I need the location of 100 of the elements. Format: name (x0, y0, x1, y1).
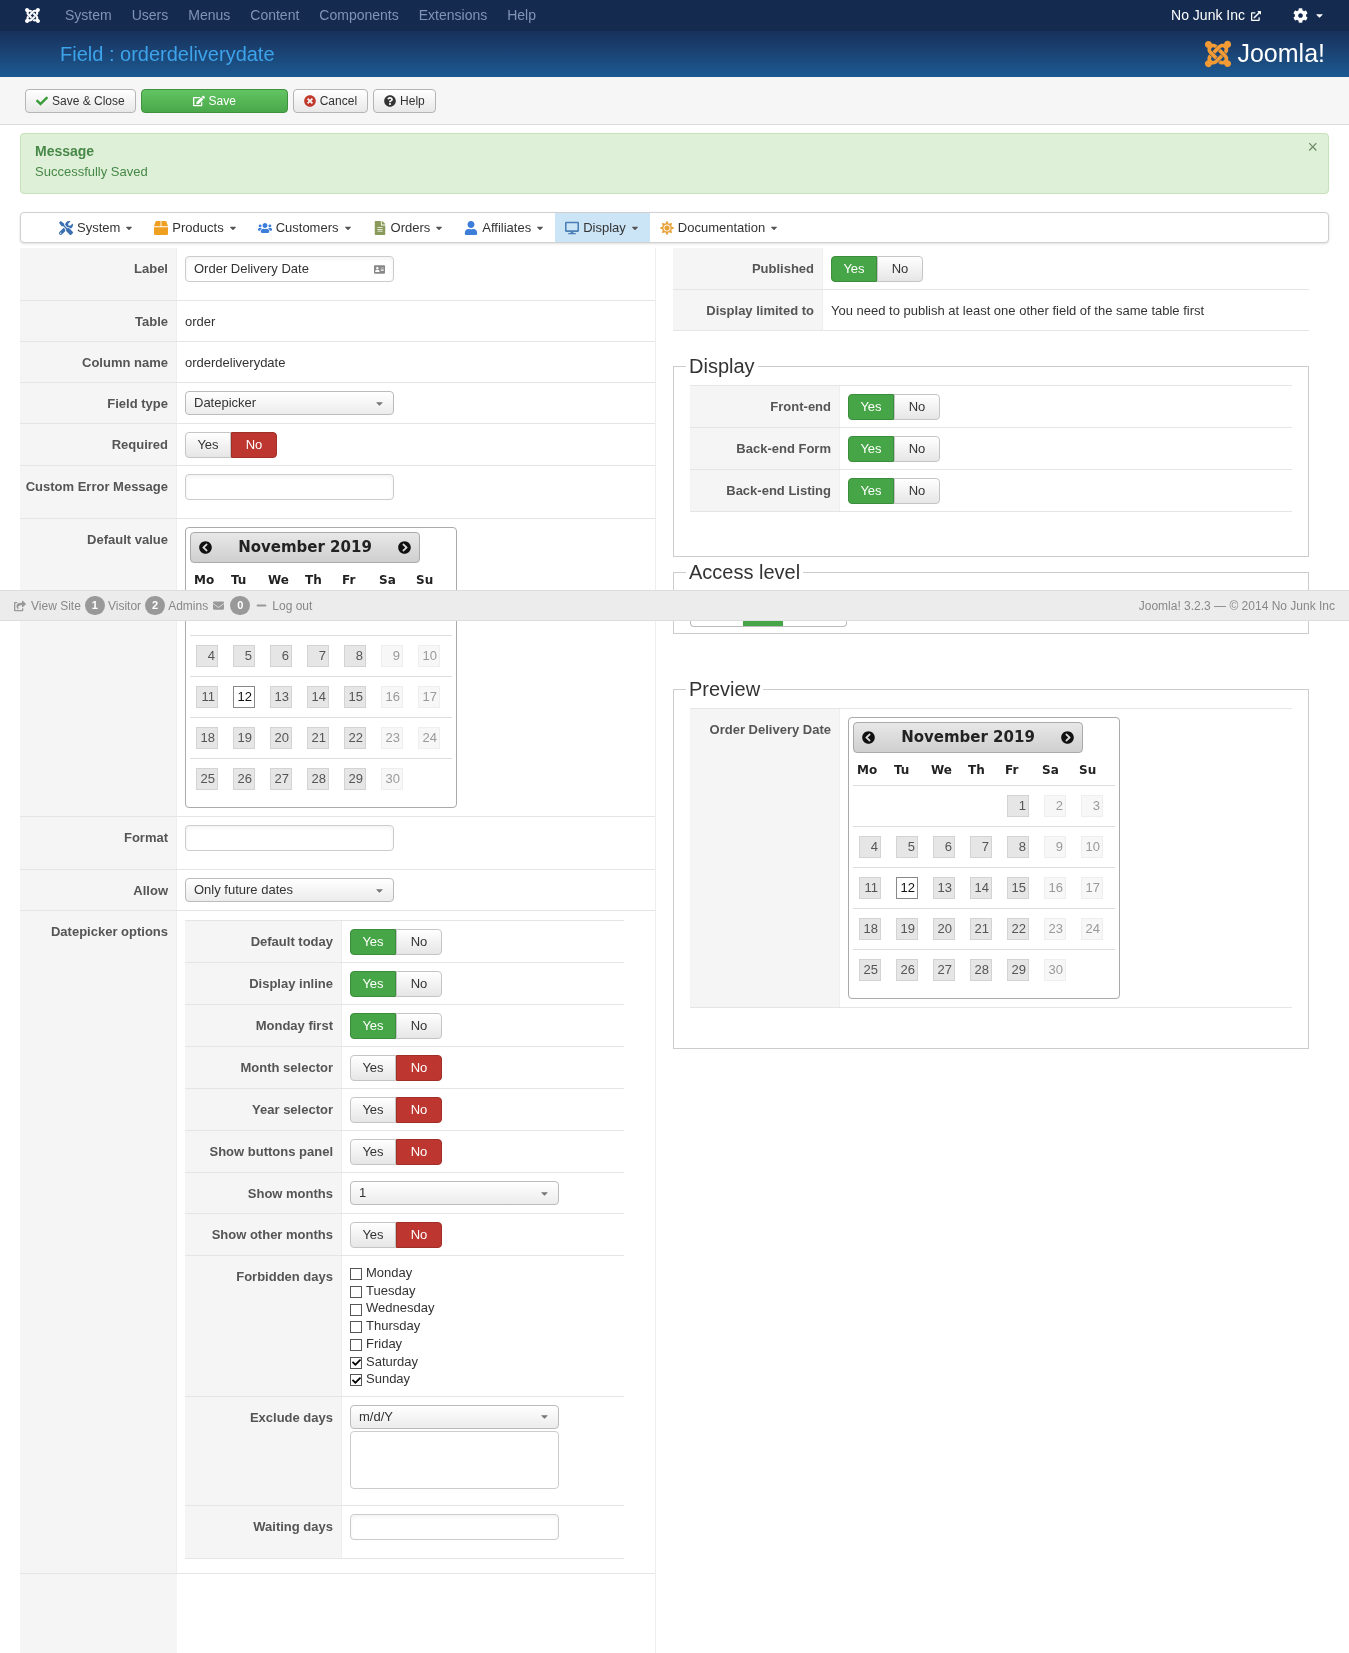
submenu-item[interactable]: Orders (362, 213, 455, 242)
calendar-day[interactable]: 8 (1007, 836, 1029, 858)
toggle-option[interactable]: No (396, 971, 442, 997)
checkbox[interactable] (350, 1374, 362, 1387)
toggle-option[interactable]: No (231, 432, 277, 458)
checkbox[interactable] (350, 1356, 362, 1369)
calendar-day[interactable]: 12 (896, 877, 918, 899)
toggle-option[interactable]: No (396, 1055, 442, 1081)
menu-item[interactable]: Help (497, 5, 546, 26)
toolbar-button[interactable]: Save & Close (25, 88, 136, 113)
previous-icon[interactable] (199, 541, 212, 554)
calendar-day[interactable]: 21 (307, 727, 329, 749)
calendar-day[interactable]: 13 (270, 686, 292, 708)
submenu-item[interactable]: Affiliates (454, 213, 556, 242)
calendar-day[interactable]: 19 (233, 727, 255, 749)
input-field[interactable] (350, 1513, 559, 1540)
toggle-option[interactable]: No (894, 478, 940, 504)
input-field[interactable] (185, 474, 394, 500)
calendar-day[interactable]: 29 (344, 768, 366, 790)
calendar-day[interactable]: 7 (970, 836, 992, 858)
select-field[interactable]: Only future dates (185, 878, 394, 902)
submenu-item[interactable]: Display (555, 213, 650, 242)
calendar-day[interactable]: 15 (344, 686, 366, 708)
toggle-option[interactable]: No (396, 1222, 442, 1248)
menu-item[interactable]: Users (121, 5, 179, 26)
checkbox[interactable] (350, 1339, 362, 1352)
calendar-day[interactable]: 27 (933, 959, 955, 981)
select-field[interactable]: 1 (350, 1181, 559, 1205)
toolbar-button[interactable]: Cancel (292, 88, 369, 113)
calendar-day[interactable]: 25 (859, 959, 881, 981)
calendar-day[interactable]: 22 (344, 727, 366, 749)
menu-item[interactable]: Menus (178, 5, 241, 26)
input-field[interactable]: Order Delivery Date (185, 256, 394, 282)
calendar-day[interactable]: 13 (933, 877, 955, 899)
calendar-day[interactable]: 15 (1007, 877, 1029, 899)
menu-item[interactable]: Components (309, 5, 409, 26)
select-field[interactable]: m/d/Y (350, 1404, 559, 1429)
select-field[interactable]: Datepicker (185, 391, 394, 415)
input-field[interactable] (185, 825, 394, 851)
menu-icon (464, 220, 479, 235)
submenu-item[interactable]: Products (144, 213, 248, 242)
toggle-option[interactable]: No (396, 929, 442, 955)
calendar-day[interactable]: 22 (1007, 918, 1029, 940)
checkbox[interactable] (350, 1303, 362, 1316)
menu-item[interactable]: Extensions (408, 5, 498, 26)
toggle-option[interactable]: No (894, 436, 940, 462)
calendar-day[interactable]: 21 (970, 918, 992, 940)
calendar-day[interactable]: 14 (970, 877, 992, 899)
toggle-option[interactable]: No (877, 256, 923, 282)
toggle-option[interactable]: Yes (350, 1055, 396, 1081)
toggle-option[interactable]: No (894, 394, 940, 420)
calendar-day[interactable]: 11 (859, 877, 881, 899)
settings-icon[interactable] (1293, 8, 1308, 23)
toggle-option[interactable]: Yes (350, 1139, 396, 1165)
toggle-option[interactable]: No (396, 1013, 442, 1039)
site-link[interactable]: No Junk Inc (1171, 5, 1245, 26)
logo-icon[interactable] (24, 7, 41, 24)
calendar-day[interactable]: 8 (344, 645, 366, 667)
calendar-day[interactable]: 4 (196, 645, 218, 667)
calendar-day[interactable]: 14 (307, 686, 329, 708)
toggle-option[interactable]: No (396, 1139, 442, 1165)
view-site-link[interactable]: View Site (31, 596, 81, 615)
previous-icon[interactable] (862, 731, 875, 744)
toggle-option[interactable]: Yes (185, 432, 231, 458)
toggle-option[interactable]: Yes (350, 1222, 396, 1248)
calendar-day[interactable]: 5 (233, 645, 255, 667)
next-icon[interactable] (398, 541, 411, 554)
calendar-day[interactable]: 26 (233, 768, 255, 790)
count-badge: 0 (230, 596, 251, 615)
calendar-day[interactable]: 29 (1007, 959, 1029, 981)
calendar-day[interactable]: 7 (307, 645, 329, 667)
calendar-day[interactable]: 12 (233, 686, 255, 708)
calendar-day[interactable]: 18 (196, 727, 218, 749)
toggle-option[interactable]: Yes (350, 1097, 396, 1123)
calendar-day[interactable]: 19 (896, 918, 918, 940)
checkbox[interactable] (350, 1286, 362, 1299)
submenu-item[interactable]: Customers (247, 213, 363, 242)
calendar-day[interactable]: 4 (859, 836, 881, 858)
toolbar-button[interactable]: Help (373, 88, 436, 113)
calendar-day[interactable]: 5 (896, 836, 918, 858)
calendar-day[interactable]: 28 (970, 959, 992, 981)
calendar-day[interactable]: 11 (196, 686, 218, 708)
calendar-day[interactable]: 1 (1007, 795, 1029, 817)
calendar-day[interactable]: 27 (270, 768, 292, 790)
calendar-day[interactable]: 26 (896, 959, 918, 981)
calendar-day[interactable]: 20 (270, 727, 292, 749)
calendar-day[interactable]: 28 (307, 768, 329, 790)
submenu-item[interactable]: System (49, 213, 145, 242)
menu-item[interactable]: Content (240, 5, 310, 26)
toggle-option[interactable]: No (396, 1097, 442, 1123)
menu-item[interactable]: System (55, 5, 122, 26)
calendar-day[interactable]: 25 (196, 768, 218, 790)
calendar-day[interactable]: 20 (933, 918, 955, 940)
next-icon[interactable] (1061, 731, 1074, 744)
submenu-item[interactable]: Documentation (649, 213, 790, 242)
checkbox[interactable] (350, 1321, 362, 1334)
checkbox[interactable] (350, 1268, 362, 1281)
calendar-day[interactable]: 18 (859, 918, 881, 940)
calendar-day[interactable]: 6 (933, 836, 955, 858)
calendar-day[interactable]: 6 (270, 645, 292, 667)
